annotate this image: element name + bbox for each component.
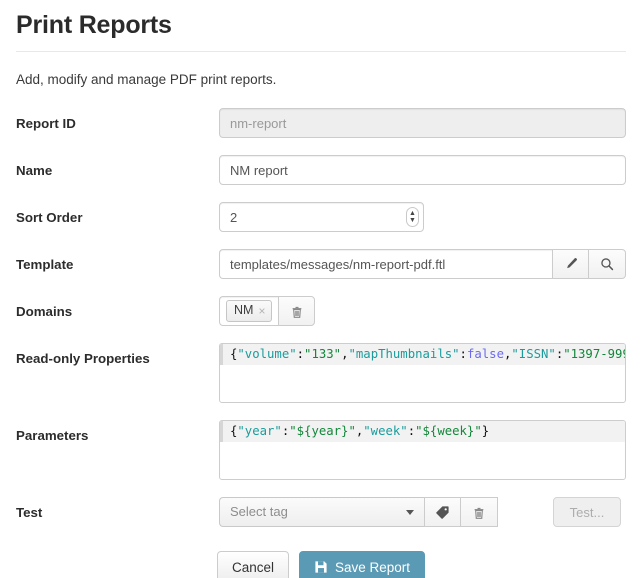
code-token-str: "133": [304, 347, 342, 361]
domains-delete-button[interactable]: [278, 296, 316, 326]
parameters-editor[interactable]: {"year":"${year}","week":"${week}"}: [219, 420, 626, 480]
cancel-button[interactable]: Cancel: [216, 551, 289, 578]
form-row-test: Test Select tag Test...: [16, 497, 626, 527]
domains-chip-field[interactable]: NM ×: [219, 296, 279, 326]
close-icon[interactable]: ×: [258, 305, 265, 317]
test-button[interactable]: Test...: [553, 497, 621, 527]
page-subtitle: Add, modify and manage PDF print reports…: [16, 72, 277, 87]
trash-icon: [472, 505, 486, 520]
save-report-label: Save Report: [334, 559, 411, 575]
test-tag-button[interactable]: [424, 497, 461, 527]
code-token-str: "1397-999X": [563, 347, 625, 361]
sort-order-spinner[interactable]: ▲ ▼: [406, 207, 419, 227]
spinner-down-icon[interactable]: ▼: [409, 217, 416, 224]
search-icon: [600, 257, 614, 271]
template-search-button[interactable]: [589, 249, 626, 279]
code-token-brace: }: [481, 424, 490, 438]
form-actions: Cancel Save Report: [16, 551, 626, 578]
parameters-code-line: {"year":"${year}","week":"${week}"}: [220, 421, 625, 442]
code-token-str: "${week}": [415, 424, 482, 438]
domains-input-group: NM ×: [219, 296, 626, 326]
label-template: Template: [16, 257, 74, 272]
label-domains: Domains: [16, 304, 73, 319]
label-sort-order: Sort Order: [16, 210, 83, 225]
code-token-key: "mapThumbnails": [348, 347, 460, 361]
readonly-properties-editor[interactable]: {"volume":"133","mapThumbnails":false,"I…: [219, 343, 626, 403]
label-readonly-properties: Read-only Properties: [16, 351, 150, 366]
domain-chip[interactable]: NM ×: [226, 300, 273, 322]
code-token-key: "year": [237, 424, 282, 438]
pencil-icon: [564, 257, 578, 271]
spinner-up-icon[interactable]: ▲: [409, 210, 416, 217]
form-row-sort-order: Sort Order ▲ ▼: [16, 202, 626, 232]
code-token-punc: :: [296, 347, 305, 361]
trash-icon: [290, 304, 304, 319]
name-input[interactable]: [219, 155, 626, 185]
sort-order-stepper: ▲ ▼: [219, 202, 424, 232]
field-name: [219, 155, 626, 185]
code-token-punc: :: [407, 424, 416, 438]
code-token-bool: false: [466, 347, 504, 361]
code-token-key: "ISSN": [511, 347, 556, 361]
form-row-parameters: Parameters {"year":"${year}","week":"${w…: [16, 420, 626, 480]
field-domains: NM ×: [219, 296, 626, 326]
label-report-id: Report ID: [16, 116, 76, 131]
label-test: Test: [16, 505, 43, 520]
template-input-group: [219, 249, 626, 279]
form-row-template: Template: [16, 249, 626, 279]
title-divider: [16, 51, 626, 52]
field-parameters: {"year":"${year}","week":"${week}"}: [219, 420, 626, 480]
sort-order-input[interactable]: [219, 202, 424, 232]
tag-icon: [435, 505, 450, 520]
field-test: Select tag Test...: [219, 497, 626, 527]
code-token-punc: :: [459, 347, 467, 361]
field-template: [219, 249, 626, 279]
code-token-str: "${year}": [289, 424, 356, 438]
domain-chip-label: NM: [234, 303, 254, 317]
save-report-button[interactable]: Save Report: [298, 551, 426, 578]
page-title: Print Reports: [16, 11, 172, 39]
code-token-key: "volume": [237, 347, 297, 361]
form-row-readonly-properties: Read-only Properties {"volume":"133","ma…: [16, 343, 626, 403]
floppy-disk-icon: [314, 560, 328, 574]
code-token-key: "week": [363, 424, 408, 438]
test-tag-select[interactable]: Select tag: [219, 497, 424, 527]
readonly-properties-code-line: {"volume":"133","mapThumbnails":false,"I…: [220, 344, 625, 365]
label-name: Name: [16, 163, 53, 178]
form-row-domains: Domains NM ×: [16, 296, 626, 326]
test-tag-select-value: Select tag: [230, 504, 288, 519]
test-delete-button[interactable]: [461, 497, 498, 527]
form-row-report-id: Report ID: [16, 108, 626, 138]
print-report-form: Report ID Name Sort Order ▲ ▼: [16, 108, 626, 527]
template-input[interactable]: [219, 249, 552, 279]
field-readonly-properties: {"volume":"133","mapThumbnails":false,"I…: [219, 343, 626, 403]
print-reports-page: Print Reports Add, modify and manage PDF…: [0, 0, 642, 578]
label-parameters: Parameters: [16, 428, 89, 443]
template-edit-button[interactable]: [552, 249, 589, 279]
field-report-id: [219, 108, 626, 138]
report-id-input[interactable]: [219, 108, 626, 138]
chevron-down-icon: [406, 509, 414, 515]
form-row-name: Name: [16, 155, 626, 185]
field-sort-order: ▲ ▼: [219, 202, 626, 232]
